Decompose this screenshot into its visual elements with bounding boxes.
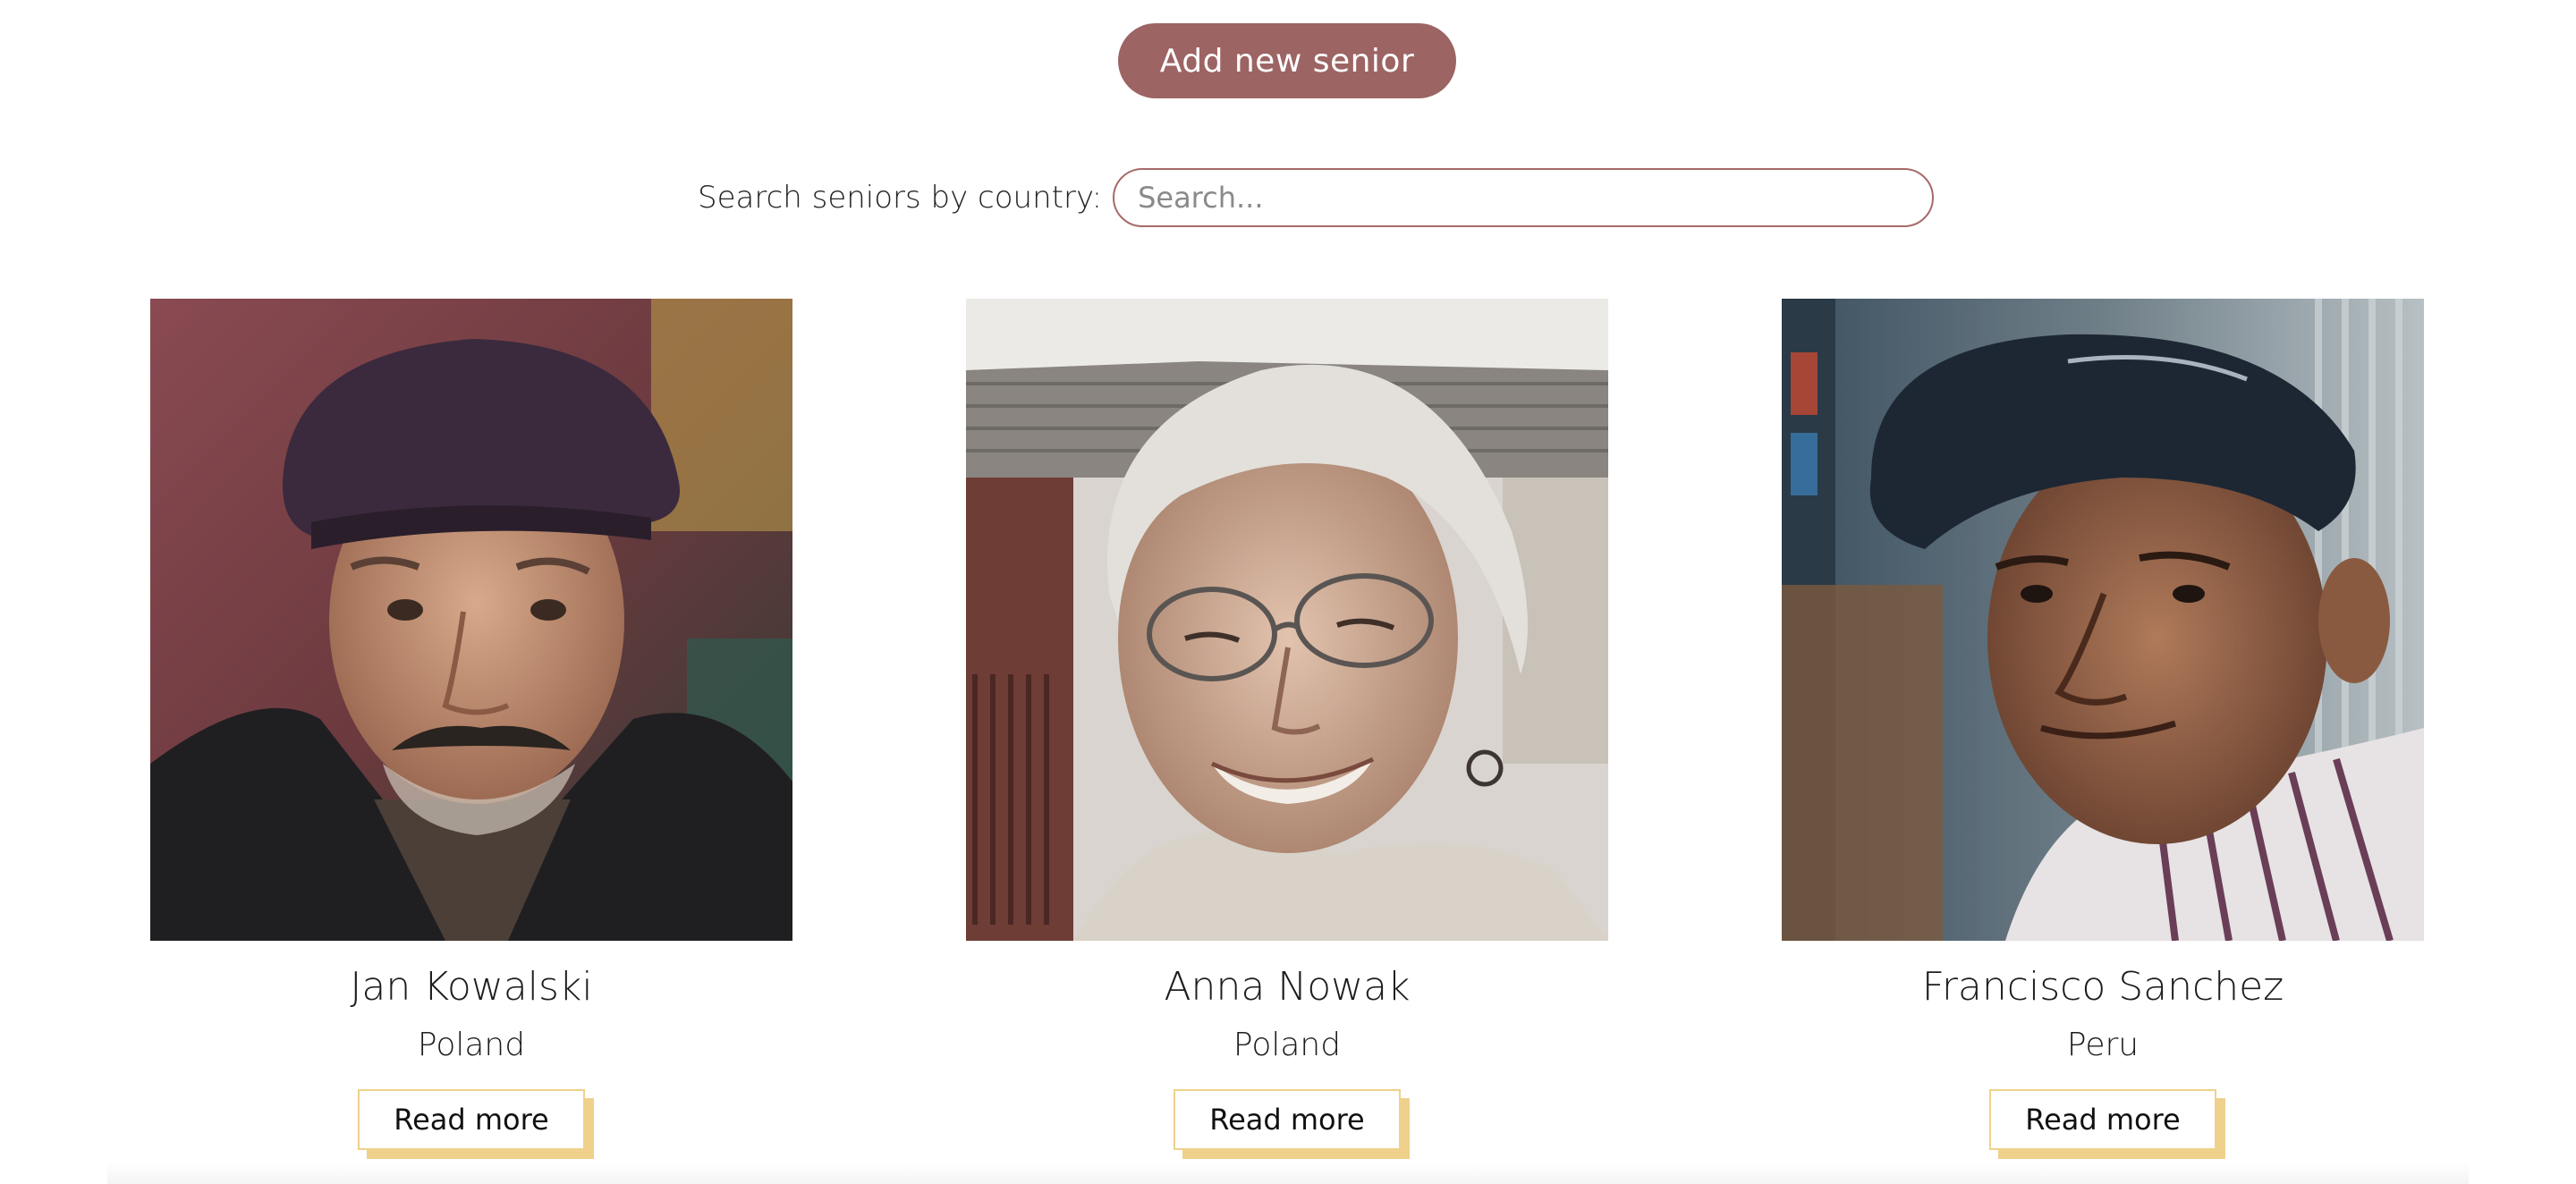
senior-name: Anna Nowak	[1164, 964, 1411, 1010]
read-more-button[interactable]: Read more	[1989, 1089, 2216, 1150]
senior-photo	[150, 299, 792, 941]
page: Add new senior Search seniors by country…	[0, 0, 2576, 1184]
senior-name: Jan Kowalski	[350, 964, 593, 1010]
search-row: Search seniors by country:	[698, 166, 1935, 229]
senior-card: Jan Kowalski Poland Read more	[150, 299, 792, 1159]
senior-country: Poland	[1233, 1027, 1342, 1063]
read-more-wrapper: Read more	[1174, 1089, 1410, 1159]
read-more-button[interactable]: Read more	[1174, 1089, 1401, 1150]
bottom-fade	[107, 1163, 2469, 1184]
read-more-wrapper: Read more	[358, 1089, 594, 1159]
senior-country: Peru	[2066, 1027, 2140, 1063]
senior-photo	[1782, 299, 2424, 941]
read-more-wrapper: Read more	[1989, 1089, 2225, 1159]
senior-card: Francisco Sanchez Peru Read more	[1782, 299, 2424, 1159]
add-new-senior-button[interactable]: Add new senior	[1118, 23, 1456, 98]
senior-country: Poland	[417, 1027, 526, 1063]
senior-card: Anna Nowak Poland Read more	[966, 299, 1608, 1159]
search-input[interactable]	[1113, 168, 1935, 227]
search-label: Search seniors by country:	[698, 180, 1103, 216]
senior-name: Francisco Sanchez	[1921, 964, 2284, 1010]
senior-photo	[966, 299, 1608, 941]
read-more-button[interactable]: Read more	[358, 1089, 585, 1150]
